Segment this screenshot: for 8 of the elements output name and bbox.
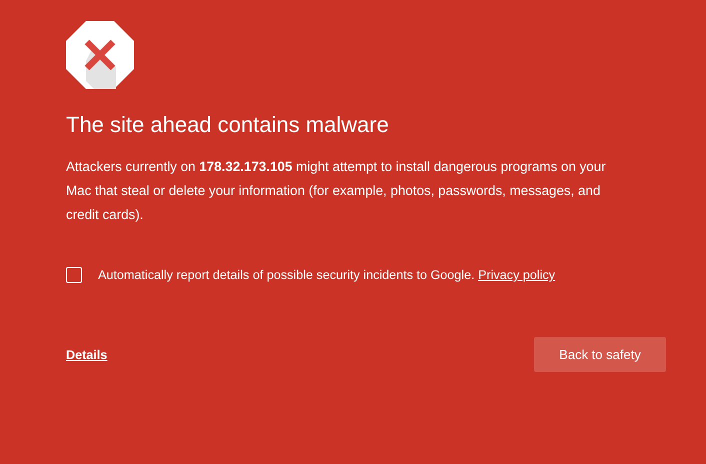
details-link[interactable]: Details [66,348,108,362]
back-to-safety-button[interactable]: Back to safety [534,337,666,372]
warning-heading: The site ahead contains malware [66,112,389,138]
error-icon [66,21,134,89]
report-checkbox[interactable] [66,267,82,283]
warning-message: Attackers currently on 178.32.173.105 might attempt to install dangerous programs on your Mac that steal or delete your information (for example, photos, passwords, messages, and credit cards). [66,158,607,224]
report-label: Automatically report details of possible security incidents to Google. Privacy policy [98,268,556,282]
privacy-policy-link[interactable]: Privacy policy [478,268,556,282]
